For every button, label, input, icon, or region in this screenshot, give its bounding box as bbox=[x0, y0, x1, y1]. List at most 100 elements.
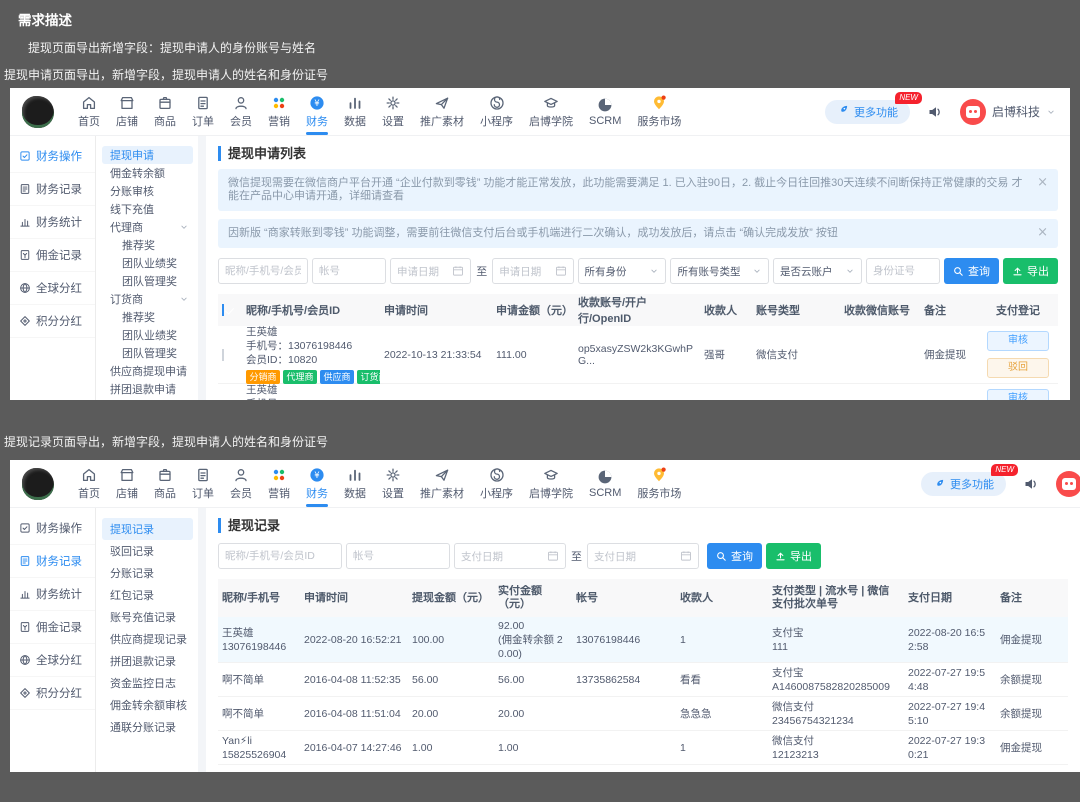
submenu-item-佣金转余额[interactable]: 佣金转余额 bbox=[96, 164, 198, 182]
sidebar-category-财务统计[interactable]: 财务统计 bbox=[10, 206, 95, 239]
search-button[interactable]: 查询 bbox=[707, 543, 762, 569]
nav-item-服务市场[interactable]: 服务市场 bbox=[629, 460, 689, 508]
idcard-input[interactable] bbox=[866, 258, 940, 284]
submenu-item-佣金转余额审核[interactable]: 佣金转余额审核 bbox=[96, 694, 198, 716]
export-button[interactable]: 导出 bbox=[766, 543, 821, 569]
nav-item-小程序[interactable]: 小程序 bbox=[472, 460, 521, 508]
submenu-item-红包记录[interactable]: 红包记录 bbox=[96, 584, 198, 606]
nav-item-启博学院[interactable]: 启博学院 bbox=[521, 460, 581, 508]
export-button[interactable]: 导出 bbox=[1003, 258, 1058, 284]
keyword-input[interactable] bbox=[218, 258, 308, 284]
nav-item-推广素材[interactable]: 推广素材 bbox=[412, 460, 472, 508]
close-icon[interactable]: × bbox=[1037, 176, 1048, 189]
sidebar-category-积分分红[interactable]: 积分分红 bbox=[10, 305, 95, 338]
nav-item-推广素材[interactable]: 推广素材 bbox=[412, 88, 472, 136]
submenu-item-供应商提现申请[interactable]: 供应商提现申请 bbox=[96, 362, 198, 380]
column-header: 支付日期 bbox=[908, 591, 952, 604]
sidebar-category-财务统计[interactable]: 财务统计 bbox=[10, 578, 95, 611]
submenu-item-账号充值记录[interactable]: 账号充值记录 bbox=[96, 606, 198, 628]
nav-item-数据[interactable]: 数据 bbox=[336, 460, 374, 508]
nav-item-会员[interactable]: 会员 bbox=[222, 460, 260, 508]
submenu-item-提现申请[interactable]: 提现申请 bbox=[102, 146, 193, 164]
submenu-item-团队业绩奖[interactable]: 团队业绩奖 bbox=[96, 254, 198, 272]
sidebar-category-财务记录[interactable]: 财务记录 bbox=[10, 173, 95, 206]
submenu-item-分账审核[interactable]: 分账审核 bbox=[96, 182, 198, 200]
cloud-account-select[interactable]: 是否云账户 bbox=[773, 258, 862, 284]
more-features-button[interactable]: 更多功能 NEW bbox=[824, 91, 922, 124]
submenu-item-拼团退款申请[interactable]: 拼团退款申请 bbox=[96, 380, 198, 398]
submenu-item-推荐奖[interactable]: 推荐奖 bbox=[96, 308, 198, 326]
nav-item-订单[interactable]: 订单 bbox=[184, 460, 222, 508]
nav-item-SCRM[interactable]: SCRM bbox=[581, 460, 629, 508]
submenu-item-订货商[interactable]: 订货商 bbox=[96, 290, 198, 308]
submenu-item-label: 代理商 bbox=[110, 222, 143, 234]
nav-item-会员[interactable]: 会员 bbox=[222, 88, 260, 136]
member-cell: 啊不简单 bbox=[218, 707, 300, 721]
nav-item-小程序[interactable]: 小程序 bbox=[472, 88, 521, 136]
sidebar-category-财务操作[interactable]: 财务操作 bbox=[10, 140, 95, 173]
audit-button[interactable]: 审核 bbox=[987, 331, 1049, 351]
sidebar-category-label: 财务统计 bbox=[36, 589, 82, 601]
account-menu[interactable]: 启博科技 bbox=[959, 98, 1056, 125]
nav-item-营销[interactable]: 营销 bbox=[260, 460, 298, 508]
announcement-speaker-icon[interactable] bbox=[926, 104, 944, 120]
sidebar-category-佣金记录[interactable]: 佣金记录 bbox=[10, 611, 95, 644]
more-features-button[interactable]: 更多功能 NEW bbox=[921, 463, 1018, 496]
pay-date-start-input[interactable]: 支付日期 bbox=[454, 543, 566, 569]
nav-item-店铺[interactable]: 店铺 bbox=[108, 460, 146, 508]
sidebar-category-全球分红[interactable]: 全球分红 bbox=[10, 272, 95, 305]
nav-item-商品[interactable]: 商品 bbox=[146, 88, 184, 136]
search-button[interactable]: 查询 bbox=[944, 258, 999, 284]
nav-item-服务市场[interactable]: 服务市场 bbox=[629, 88, 689, 136]
submenu-item-label: 供应商提现申请 bbox=[110, 366, 187, 378]
nav-item-设置[interactable]: 设置 bbox=[374, 460, 412, 508]
identity-select[interactable]: 所有身份 bbox=[577, 258, 667, 284]
pay-date-end-input[interactable]: 支付日期 bbox=[587, 543, 699, 569]
nav-item-数据[interactable]: 数据 bbox=[336, 88, 374, 136]
submenu-item-推荐奖[interactable]: 推荐奖 bbox=[96, 236, 198, 254]
apply-date-end-input[interactable]: 申请日期 bbox=[492, 258, 574, 284]
sidebar-category-积分分红[interactable]: 积分分红 bbox=[10, 677, 95, 710]
nav-item-商品[interactable]: 商品 bbox=[146, 460, 184, 508]
submenu-item-线下充值[interactable]: 线下充值 bbox=[96, 200, 198, 218]
account-type-select[interactable]: 所有账号类型 bbox=[670, 258, 770, 284]
submenu-item-驳回记录[interactable]: 驳回记录 bbox=[96, 540, 198, 562]
submenu-item-提现记录[interactable]: 提现记录 bbox=[102, 518, 193, 540]
nav-item-SCRM[interactable]: SCRM bbox=[581, 88, 629, 136]
submenu-item-通联分账记录[interactable]: 通联分账记录 bbox=[96, 716, 198, 738]
select-all-checkbox[interactable] bbox=[222, 304, 224, 316]
reject-button[interactable]: 驳回 bbox=[987, 358, 1049, 378]
submenu-item-团队业绩奖[interactable]: 团队业绩奖 bbox=[96, 326, 198, 344]
sidebar-category-财务操作[interactable]: 财务操作 bbox=[10, 512, 95, 545]
account-menu[interactable] bbox=[1056, 470, 1080, 497]
nav-item-订单[interactable]: 订单 bbox=[184, 88, 222, 136]
close-icon[interactable]: × bbox=[1037, 226, 1048, 239]
nav-item-财务[interactable]: ¥ 财务 bbox=[298, 460, 336, 508]
nav-item-财务[interactable]: ¥ 财务 bbox=[298, 88, 336, 136]
nav-item-首页[interactable]: 首页 bbox=[70, 88, 108, 136]
sidebar-category-佣金记录[interactable]: 佣金记录 bbox=[10, 239, 95, 272]
submenu-item-供应商提现记录[interactable]: 供应商提现记录 bbox=[96, 628, 198, 650]
sidebar-category-财务记录[interactable]: 财务记录 bbox=[10, 545, 95, 578]
announcement-speaker-icon[interactable] bbox=[1022, 476, 1040, 492]
nav-item-label: 首页 bbox=[78, 116, 100, 128]
nav-item-首页[interactable]: 首页 bbox=[70, 460, 108, 508]
submenu-item-团队管理奖[interactable]: 团队管理奖 bbox=[96, 344, 198, 362]
nav-item-启博学院[interactable]: 启博学院 bbox=[521, 88, 581, 136]
sidebar-category-全球分红[interactable]: 全球分红 bbox=[10, 644, 95, 677]
submenu-item-分账记录[interactable]: 分账记录 bbox=[96, 562, 198, 584]
submenu-item-资金监控日志[interactable]: 资金监控日志 bbox=[96, 672, 198, 694]
apply-date-start-input[interactable]: 申请日期 bbox=[390, 258, 472, 284]
nav-item-店铺[interactable]: 店铺 bbox=[108, 88, 146, 136]
nav-item-设置[interactable]: 设置 bbox=[374, 88, 412, 136]
submenu-item-代理商[interactable]: 代理商 bbox=[96, 218, 198, 236]
submenu-item-拼团退款记录[interactable]: 拼团退款记录 bbox=[96, 650, 198, 672]
keyword-input[interactable] bbox=[218, 543, 342, 569]
nav-item-营销[interactable]: 营销 bbox=[260, 88, 298, 136]
account-input[interactable] bbox=[346, 543, 450, 569]
submenu-item-团队管理奖[interactable]: 团队管理奖 bbox=[96, 272, 198, 290]
audit-button[interactable]: 审核 bbox=[987, 389, 1049, 400]
account-input[interactable] bbox=[312, 258, 386, 284]
svg-text:¥: ¥ bbox=[314, 99, 320, 109]
row-checkbox[interactable] bbox=[222, 348, 224, 361]
